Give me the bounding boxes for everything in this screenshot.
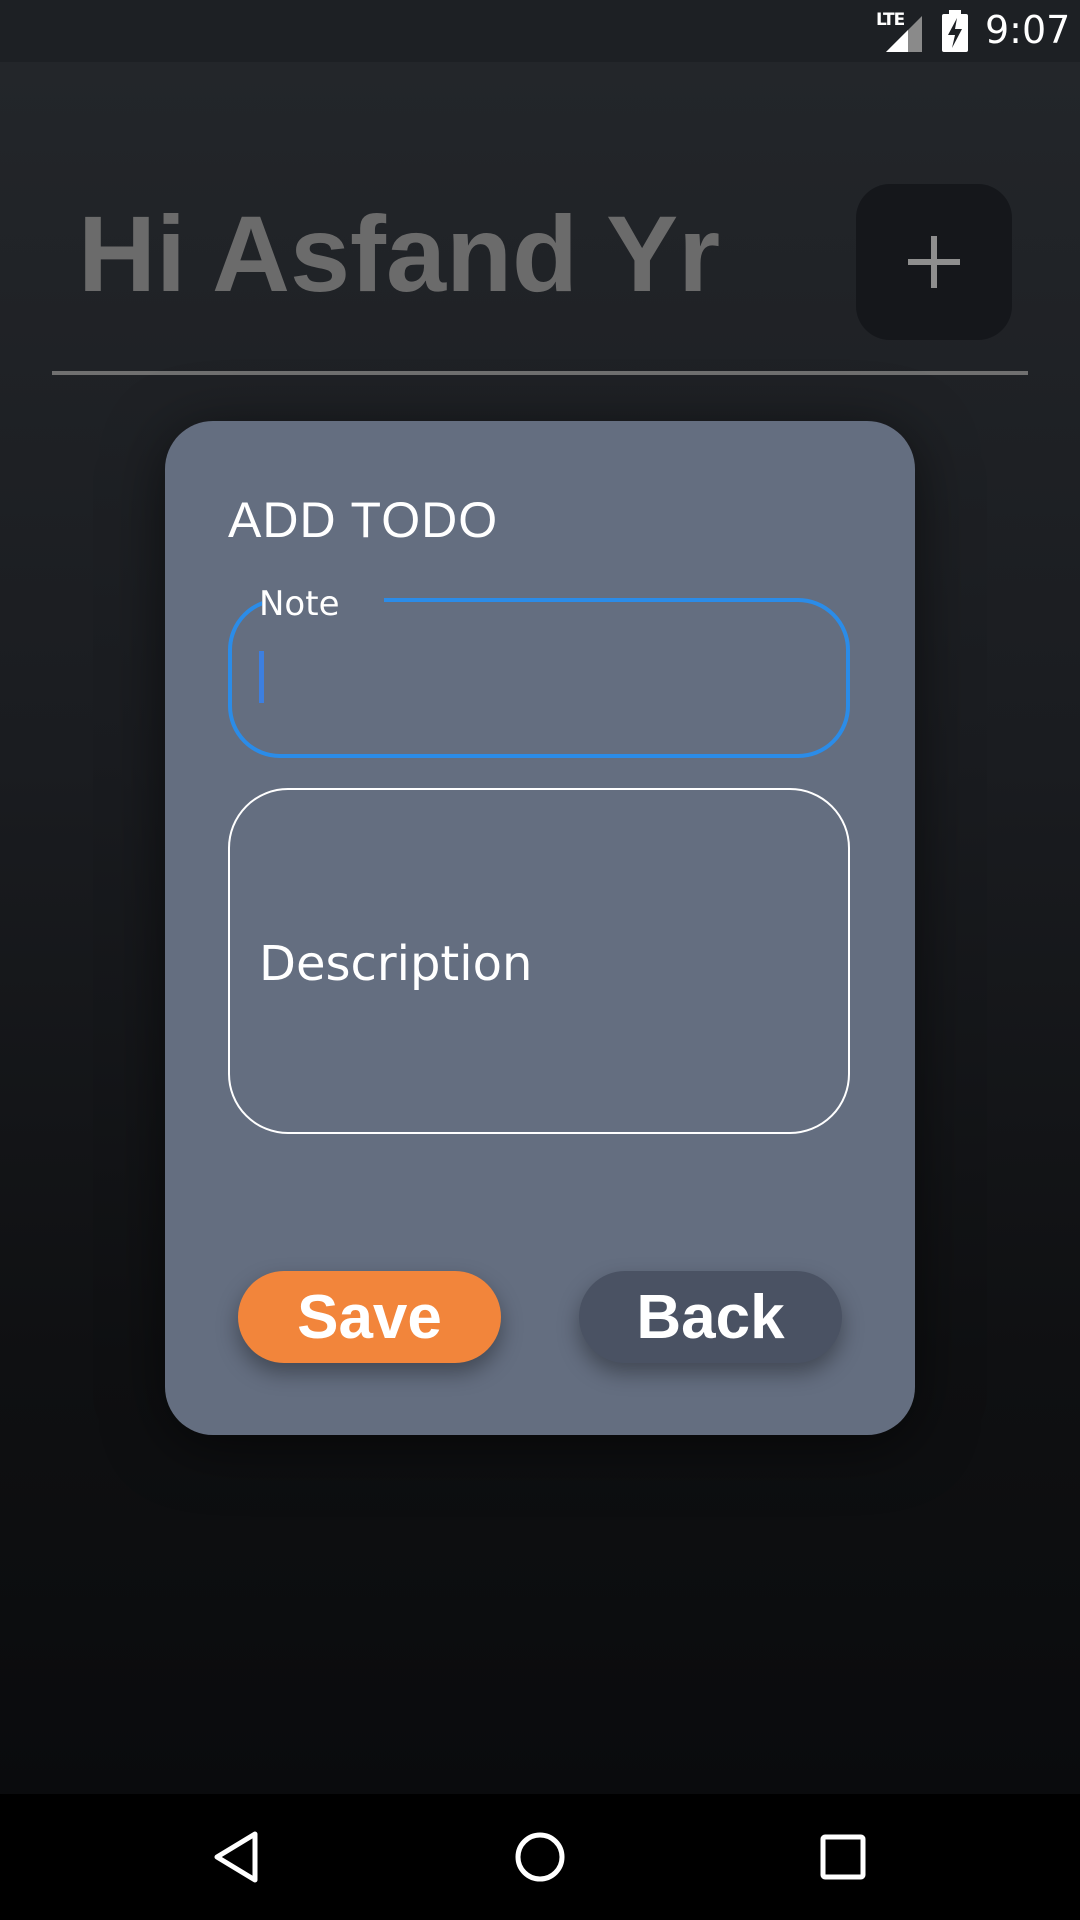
recents-square-icon — [820, 1834, 866, 1880]
header-divider — [52, 371, 1028, 375]
battery-charging-icon — [942, 10, 968, 52]
description-placeholder: Description — [259, 936, 533, 992]
add-todo-dialog: ADD TODO Note Description Save Back — [165, 421, 915, 1435]
nav-recents-button[interactable] — [810, 1824, 876, 1890]
back-triangle-icon — [214, 1831, 258, 1883]
plus-icon — [908, 236, 960, 288]
nav-home-button[interactable] — [507, 1824, 573, 1890]
note-field-label: Note — [259, 584, 340, 624]
nav-back-button[interactable] — [203, 1824, 269, 1890]
text-cursor — [259, 651, 264, 703]
network-type-label: LTE — [876, 10, 905, 30]
back-button[interactable]: Back — [579, 1271, 842, 1363]
screen: LTE 9:07 Hi Asfand Yr ADD TODO Note Desc… — [0, 0, 1080, 1920]
note-input[interactable] — [257, 647, 827, 717]
save-button[interactable]: Save — [238, 1271, 501, 1363]
add-todo-button[interactable] — [856, 184, 1012, 340]
greeting-title: Hi Asfand Yr — [78, 193, 721, 314]
status-time: 9:07 — [985, 8, 1071, 52]
status-bar: LTE 9:07 — [0, 0, 1080, 62]
home-circle-icon — [515, 1832, 565, 1882]
dialog-title: ADD TODO — [228, 492, 499, 548]
navigation-bar — [0, 1794, 1080, 1920]
